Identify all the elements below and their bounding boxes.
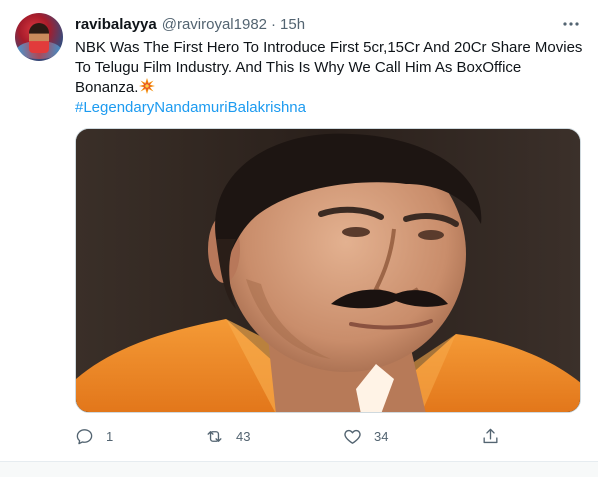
reply-icon: [76, 428, 93, 444]
avatar[interactable]: [15, 13, 63, 61]
tweet-photo[interactable]: [75, 128, 581, 413]
user-handle[interactable]: @raviroyal1982: [162, 16, 267, 33]
like-button[interactable]: 34: [343, 424, 388, 448]
avatar-figure: [29, 23, 49, 53]
retweet-count: 43: [236, 428, 251, 444]
collision-emoji-icon: [139, 78, 156, 94]
retweet-button[interactable]: 43: [205, 424, 250, 448]
reply-button[interactable]: 1: [75, 424, 113, 448]
retweet-icon: [207, 430, 222, 442]
like-icon: [344, 429, 361, 444]
tweet-text: NBK Was The First Hero To Introduce Firs…: [75, 38, 585, 98]
display-name[interactable]: ravibalayya: [75, 16, 157, 33]
tweet-actions: 1 43 34: [75, 424, 515, 448]
share-icon: [483, 428, 498, 443]
like-count: 34: [374, 428, 389, 444]
timestamp[interactable]: 15h: [280, 16, 305, 33]
tweet-card[interactable]: ravibalayya @raviroyal1982 · 15h NBK Was…: [0, 0, 598, 462]
tweet-header: ravibalayya @raviroyal1982 · 15h: [75, 14, 305, 34]
share-button[interactable]: [481, 424, 500, 448]
reply-count: 1: [106, 428, 114, 444]
more-icon[interactable]: [560, 14, 582, 34]
separator-dot: ·: [271, 15, 277, 33]
hashtag-link[interactable]: #LegendaryNandamuriBalakrishna: [75, 98, 306, 118]
photo-illustration: [76, 129, 580, 412]
